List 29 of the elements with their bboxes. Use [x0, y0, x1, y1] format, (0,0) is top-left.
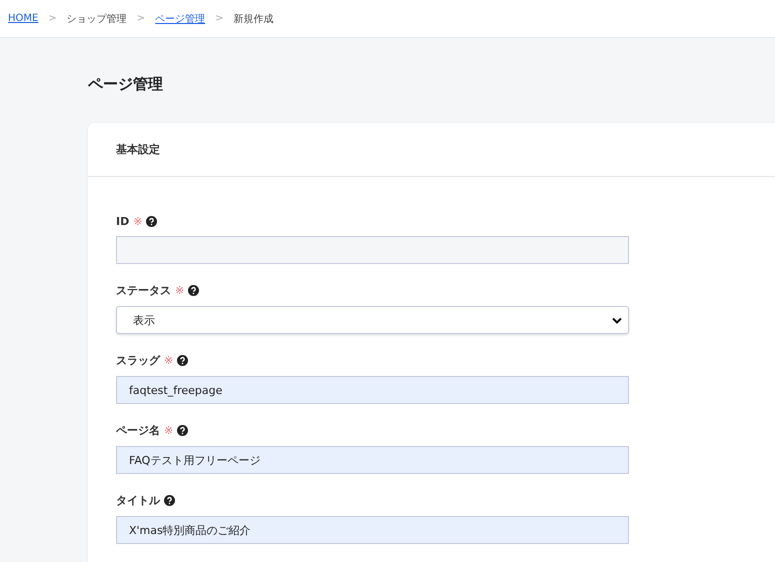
- breadcrumb-link[interactable]: ページ管理: [155, 12, 206, 26]
- required-mark: ※: [164, 424, 174, 437]
- field-label: ID: [116, 215, 130, 228]
- required-mark: ※: [164, 354, 174, 367]
- input-field[interactable]: faqtest_freepage: [116, 376, 629, 404]
- breadcrumb-separator: >: [48, 13, 57, 24]
- help-icon[interactable]: [177, 355, 188, 366]
- breadcrumb-separator: >: [136, 13, 146, 24]
- select-field[interactable]: 表示: [116, 306, 629, 334]
- help-icon[interactable]: [164, 495, 175, 506]
- required-mark: ※: [133, 215, 142, 228]
- page-title: ページ管理: [87, 74, 164, 94]
- input-field[interactable]: FAQテスト用フリーページ: [116, 446, 629, 474]
- required-mark: ※: [175, 284, 184, 297]
- field-label: ステータス: [116, 283, 171, 298]
- field-label: タイトル: [116, 493, 160, 508]
- help-icon[interactable]: [177, 425, 188, 436]
- field-label: ページ名: [116, 423, 160, 438]
- field-label: スラッグ: [116, 353, 160, 368]
- input-field[interactable]: [116, 236, 629, 264]
- breadcrumb-item: 新規作成: [234, 12, 274, 26]
- chevron-down-icon: [612, 316, 622, 324]
- help-icon[interactable]: [146, 216, 158, 227]
- input-field[interactable]: X'mas特別商品のご紹介: [116, 516, 629, 544]
- breadcrumb-link[interactable]: HOME: [8, 13, 38, 24]
- card-title: 基本設定: [116, 142, 160, 157]
- breadcrumb-separator: >: [215, 13, 224, 24]
- help-icon[interactable]: [188, 285, 200, 296]
- breadcrumb-item: ショップ管理: [66, 12, 127, 26]
